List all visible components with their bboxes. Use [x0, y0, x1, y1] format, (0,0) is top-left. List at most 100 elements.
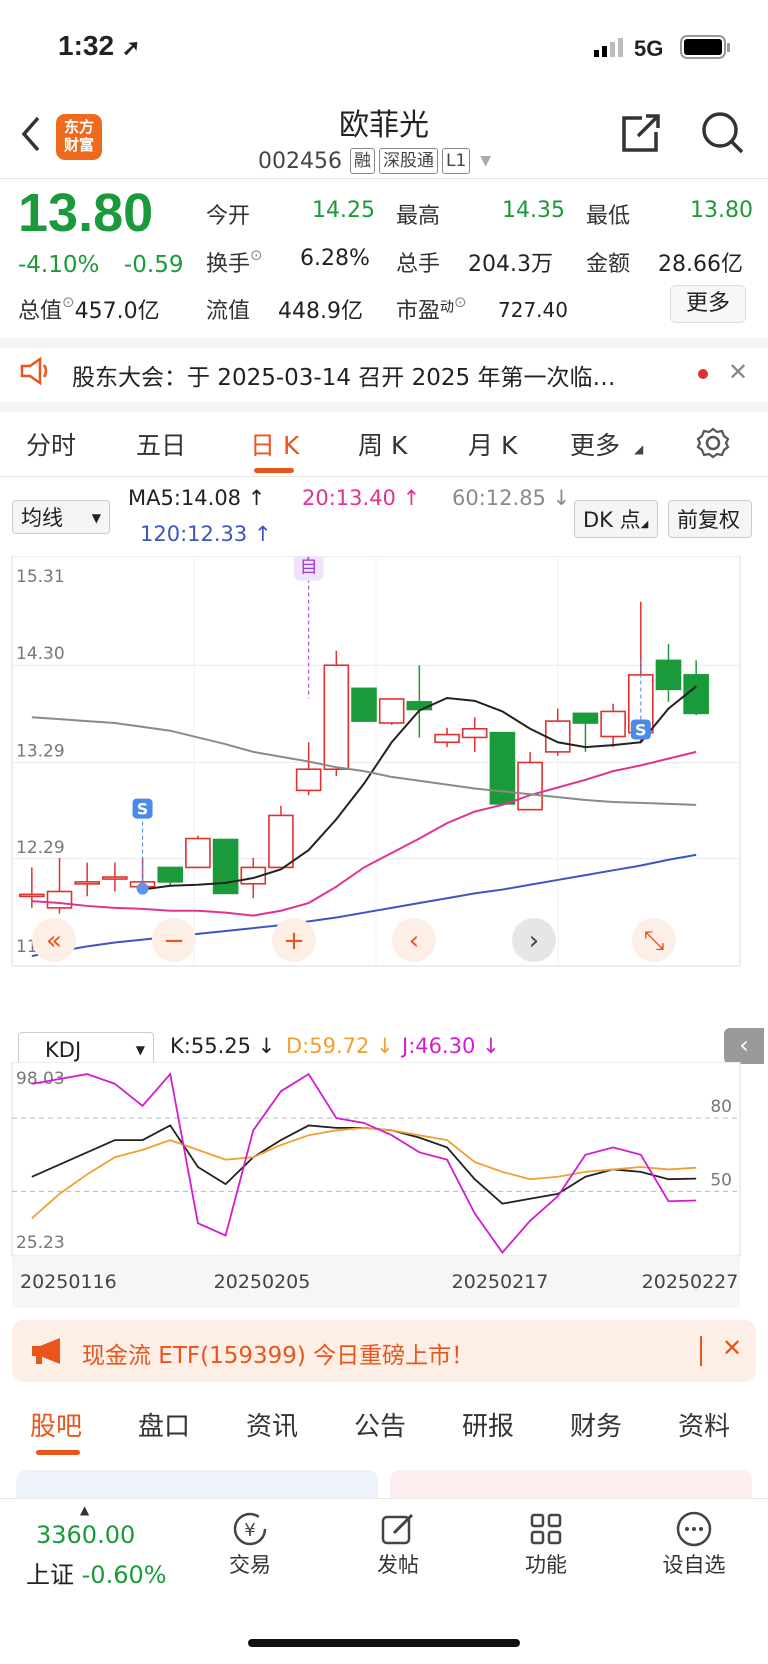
tab-profile[interactable]: 资料	[678, 1406, 730, 1443]
self-marker-label: 自	[300, 557, 318, 578]
kline-control-button[interactable]: ‹	[392, 918, 436, 962]
kline-control-button[interactable]: ›	[512, 918, 556, 962]
stock-code-row: 002456 融 深股通 L1 ▼	[258, 148, 491, 174]
tab-weekly-k[interactable]: 周 K	[358, 426, 407, 462]
caret-icon: ◢	[634, 442, 644, 456]
candle-body	[268, 814, 294, 869]
float-value: 448.9亿	[278, 299, 363, 324]
y-tick-label: 13.29	[16, 741, 65, 761]
sell-signal-label: S	[635, 720, 647, 739]
info-icon[interactable]: ⊙	[62, 293, 75, 311]
dropdown-icon[interactable]: ▼	[480, 153, 491, 169]
nav-trade[interactable]: ¥ 交易	[210, 1509, 290, 1579]
index-row[interactable]: 上证 -0.60%	[26, 1555, 167, 1590]
nav-post[interactable]: 发帖	[358, 1509, 438, 1579]
kdj-chart[interactable]: 805098.0325.2320250116 20250205 20250217 20…	[0, 1062, 768, 1310]
settings-icon[interactable]	[696, 426, 730, 464]
kline-control-button[interactable]: +	[272, 918, 316, 962]
more-button[interactable]: 更多	[670, 285, 746, 323]
tab-monthly-k[interactable]: 月 K	[468, 426, 517, 462]
ma-select[interactable]: 均线 ▼	[12, 500, 110, 534]
share-icon[interactable]	[618, 110, 664, 160]
chart-tabs: 分时 五日 日 K 周 K 月 K 更多 ◢	[0, 412, 768, 474]
kline-control-button[interactable]: −	[152, 918, 196, 962]
trade-icon: ¥	[210, 1509, 290, 1549]
tab-5day[interactable]: 五日	[136, 426, 186, 462]
candle-body	[19, 893, 45, 898]
candle-body	[185, 837, 211, 869]
turnover-label: 换手⊙	[206, 246, 263, 277]
market-cap: 457.0亿	[74, 299, 160, 324]
candle-body	[74, 881, 100, 885]
control-label: ⤡	[644, 926, 665, 956]
pe-label: 市盈动⊙	[396, 293, 467, 324]
control-label: «	[46, 926, 62, 956]
promo-text: 现金流 ETF(159399) 今日重磅上市！	[82, 1343, 475, 1369]
svg-text:¥: ¥	[244, 1520, 255, 1541]
home-indicator	[248, 1639, 520, 1647]
nav-functions[interactable]: 功能	[506, 1509, 586, 1579]
x-tick-label: 20250116	[20, 1271, 117, 1293]
candle-body	[351, 687, 377, 722]
index-value[interactable]: 3360.00	[36, 1521, 135, 1549]
tab-news[interactable]: 资讯	[246, 1406, 298, 1443]
open-value: 14.25	[312, 198, 375, 223]
collapse-icon[interactable]: ‹	[724, 1028, 764, 1064]
candle-body	[46, 890, 73, 909]
kdj-select[interactable]: KDJ ▼	[18, 1032, 154, 1066]
candle-body	[517, 761, 543, 811]
signal-dot	[136, 882, 149, 895]
adjust-button[interactable]: 前复权	[668, 500, 752, 538]
tab-orderbook[interactable]: 盘口	[138, 1406, 190, 1443]
notice-text[interactable]: 股东大会：于 2025-03-14 召开 2025 年第一次临…	[72, 358, 662, 392]
nav-add-watchlist[interactable]: 设自选	[654, 1509, 734, 1579]
x-axis-band	[12, 1256, 740, 1308]
tab-forum[interactable]: 股吧	[30, 1406, 82, 1443]
x-tick-label: 20250205	[214, 1271, 311, 1293]
megaphone-icon	[30, 1336, 66, 1370]
signal-icon	[592, 36, 626, 58]
ma60-value: 60:12.85 ↓	[452, 486, 571, 510]
kline-control-button[interactable]: ⤡	[632, 918, 676, 962]
tab-intraday[interactable]: 分时	[26, 426, 76, 462]
x-tick-label: 20250227	[642, 1271, 739, 1293]
tab-daily-k[interactable]: 日 K	[250, 426, 299, 462]
j-value: J:46.30 ↓	[402, 1034, 500, 1058]
low-label: 最低	[586, 204, 631, 229]
battery-icon	[680, 35, 732, 65]
tab-more[interactable]: 更多	[570, 426, 620, 462]
dk-button[interactable]: DK 点◢	[574, 500, 658, 538]
tab-financials[interactable]: 财务	[570, 1406, 622, 1443]
stock-code: 002456	[258, 148, 342, 174]
close-icon[interactable]: ✕	[728, 358, 748, 386]
index-change: -0.60%	[81, 1561, 167, 1589]
info-icon[interactable]: ⊙	[250, 246, 263, 264]
info-icon[interactable]: ⊙	[454, 293, 467, 311]
ref-line-label: 50	[710, 1170, 732, 1190]
promo-close-icon[interactable]: ✕	[722, 1334, 742, 1362]
index-name: 上证	[26, 1561, 74, 1589]
sell-signal-label: S	[137, 800, 149, 819]
kdj-y-tick-label: 25.23	[16, 1233, 65, 1253]
info-tabs: 股吧 盘口 资讯 公告 研报 财务 资料	[0, 1394, 768, 1455]
amount-label: 金额	[586, 252, 631, 277]
y-tick-label: 14.30	[16, 644, 65, 664]
tab-research[interactable]: 研报	[462, 1406, 514, 1443]
pe-value: 727.40	[498, 298, 568, 322]
search-icon[interactable]	[700, 110, 746, 160]
amount-value: 28.66亿	[658, 252, 743, 277]
y-tick-label: 12.29	[16, 838, 65, 858]
change-abs: -0.59	[124, 252, 184, 278]
kdj-frame	[11, 1062, 741, 1257]
promo-banner[interactable]: 现金流 ETF(159399) 今日重磅上市！ ✕	[12, 1320, 756, 1382]
control-label: ›	[529, 926, 539, 956]
low-value: 13.80	[690, 198, 753, 223]
high-label: 最高	[396, 204, 441, 229]
candle-body	[295, 768, 322, 792]
ma5-value: MA5:14.08 ↑	[128, 486, 266, 510]
kline-control-button[interactable]: «	[32, 918, 76, 962]
ref-line-label: 80	[710, 1097, 732, 1117]
tab-announcements[interactable]: 公告	[354, 1406, 406, 1443]
kline-chart[interactable]: 15.3114.3013.2912.2911.28S自S«−+‹›⤡	[0, 556, 768, 1026]
volume-value: 204.3万	[468, 252, 553, 277]
